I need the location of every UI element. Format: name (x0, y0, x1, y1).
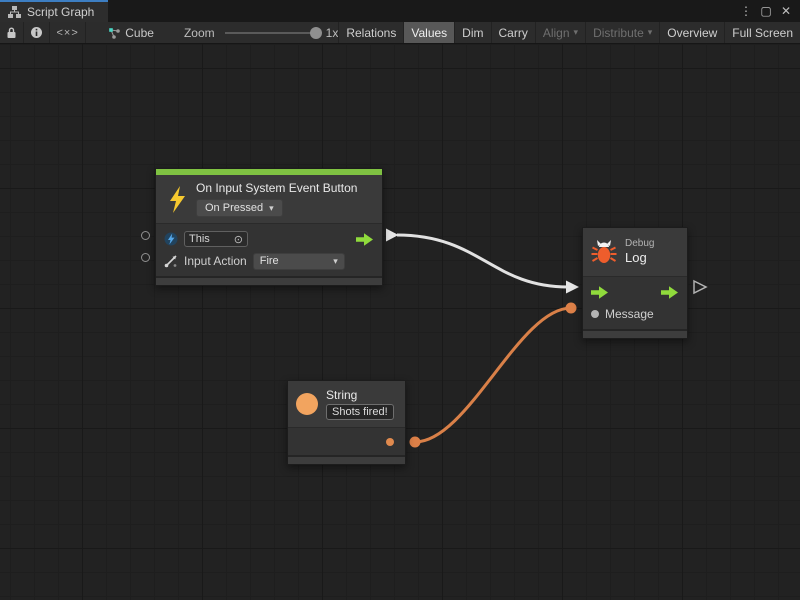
debug-node-footer (583, 329, 687, 338)
debug-node-body: Message (583, 276, 687, 329)
bug-icon (591, 240, 617, 265)
string-value-field[interactable]: Shots fired! (326, 404, 394, 420)
debug-node-header: Debug Log (583, 228, 687, 276)
this-port-row: This ⊙ (156, 228, 382, 250)
message-input-port-dot[interactable] (566, 303, 577, 314)
zoom-slider-handle[interactable] (310, 27, 322, 39)
event-node-footer (156, 276, 382, 285)
this-field-value: This (189, 233, 210, 245)
info-icon (30, 26, 43, 39)
string-node-footer (288, 455, 405, 464)
lock-icon (6, 27, 17, 39)
input-action-label: Input Action (184, 254, 247, 268)
code-icon: <×> (56, 27, 78, 39)
overview-button[interactable]: Overview (659, 22, 724, 43)
message-port-dot[interactable] (591, 310, 599, 318)
flow-output-arrow-icon[interactable] (661, 286, 679, 299)
align-button[interactable]: Align ▾ (535, 22, 585, 43)
chevron-down-icon: ▾ (648, 27, 653, 38)
relations-button[interactable]: Relations (338, 22, 403, 43)
graph-canvas[interactable]: On Input System Event Button On Pressed … (0, 44, 800, 600)
input-action-icon (164, 254, 178, 268)
close-icon[interactable]: ✕ (778, 4, 794, 18)
input-action-row: Input Action Fire ▾ (156, 250, 382, 272)
string-node-header: String Shots fired! (288, 381, 405, 427)
zoom-slider[interactable] (225, 32, 320, 34)
graph-network-icon (108, 27, 120, 39)
debug-node-title: Log (625, 250, 654, 266)
flow-event-icon (164, 232, 178, 246)
event-node-header: On Input System Event Button On Pressed … (156, 175, 382, 223)
node-debug-log[interactable]: Debug Log Message (582, 227, 688, 339)
event-node-title: On Input System Event Button (196, 181, 357, 195)
graph-hierarchy-icon (8, 6, 21, 18)
debug-node-category: Debug (625, 238, 654, 251)
string-type-icon (296, 393, 318, 415)
chevron-down-icon: ▾ (333, 256, 338, 267)
this-object-field[interactable]: This ⊙ (184, 231, 248, 247)
window-menu-icon[interactable]: ⋮ (738, 4, 754, 18)
distribute-label: Distribute (593, 26, 644, 40)
window-tab-bar: Script Graph ⋮ ▢ ✕ (0, 0, 800, 22)
flow-input-arrow-icon[interactable] (591, 286, 609, 299)
trigger-dropdown[interactable]: On Pressed ▾ (196, 199, 283, 217)
fullscreen-button[interactable]: Full Screen (724, 22, 800, 43)
lock-button[interactable] (0, 22, 24, 43)
graph-target[interactable]: Cube (108, 22, 154, 43)
fullscreen-label: Full Screen (732, 26, 793, 40)
dim-label: Dim (462, 26, 483, 40)
action-input-port[interactable] (141, 253, 150, 262)
flow-output-arrow-icon[interactable] (356, 233, 374, 246)
chevron-down-icon: ▾ (269, 203, 274, 214)
toolbar-toggle-buttons: Relations Values Dim Carry Align ▾ Distr… (338, 22, 800, 43)
event-node-body: This ⊙ Input Action Fire ▾ (156, 223, 382, 276)
preview-code-button[interactable]: <×> (50, 22, 86, 43)
connection-string-to-message[interactable] (415, 308, 571, 442)
relations-label: Relations (346, 26, 396, 40)
input-action-value: Fire (260, 255, 279, 267)
window-controls: ⋮ ▢ ✕ (738, 0, 800, 22)
graph-toolbar: <×> Cube Zoom 1x Relations Values Dim Ca… (0, 22, 800, 44)
zoom-control: Zoom 1x (184, 22, 338, 43)
node-string-literal[interactable]: String Shots fired! (287, 380, 406, 465)
tab-script-graph[interactable]: Script Graph (0, 0, 108, 22)
string-node-title: String (326, 388, 394, 402)
string-node-body (288, 427, 405, 455)
message-port-row: Message (583, 303, 687, 325)
lightning-bolt-icon (166, 186, 188, 213)
log-output-port-triangle[interactable] (694, 281, 706, 293)
values-label: Values (411, 26, 447, 40)
info-button[interactable] (24, 22, 50, 43)
overview-label: Overview (667, 26, 717, 40)
zoom-label: Zoom (184, 26, 215, 40)
input-action-dropdown[interactable]: Fire ▾ (253, 253, 345, 270)
values-button[interactable]: Values (403, 22, 454, 43)
align-label: Align (543, 26, 570, 40)
maximize-icon[interactable]: ▢ (758, 4, 774, 18)
chevron-down-icon: ▾ (574, 27, 579, 38)
event-output-port-triangle[interactable] (386, 229, 399, 242)
carry-label: Carry (499, 26, 528, 40)
string-output-port-dot[interactable] (410, 437, 421, 448)
object-picker-icon[interactable]: ⊙ (234, 233, 243, 246)
connection-event-to-log[interactable] (397, 235, 568, 287)
log-flow-row (583, 281, 687, 303)
tab-title: Script Graph (27, 5, 94, 19)
dim-button[interactable]: Dim (454, 22, 490, 43)
target-label: Cube (125, 26, 154, 40)
message-port-label: Message (605, 307, 654, 321)
trigger-value: On Pressed (205, 202, 263, 214)
node-on-input-system-event-button[interactable]: On Input System Event Button On Pressed … (155, 168, 383, 286)
zoom-value: 1x (326, 26, 339, 40)
carry-button[interactable]: Carry (491, 22, 535, 43)
log-input-arrowhead (566, 281, 579, 294)
this-input-port[interactable] (141, 231, 150, 240)
distribute-button[interactable]: Distribute ▾ (585, 22, 659, 43)
string-output-dot[interactable] (386, 438, 394, 446)
